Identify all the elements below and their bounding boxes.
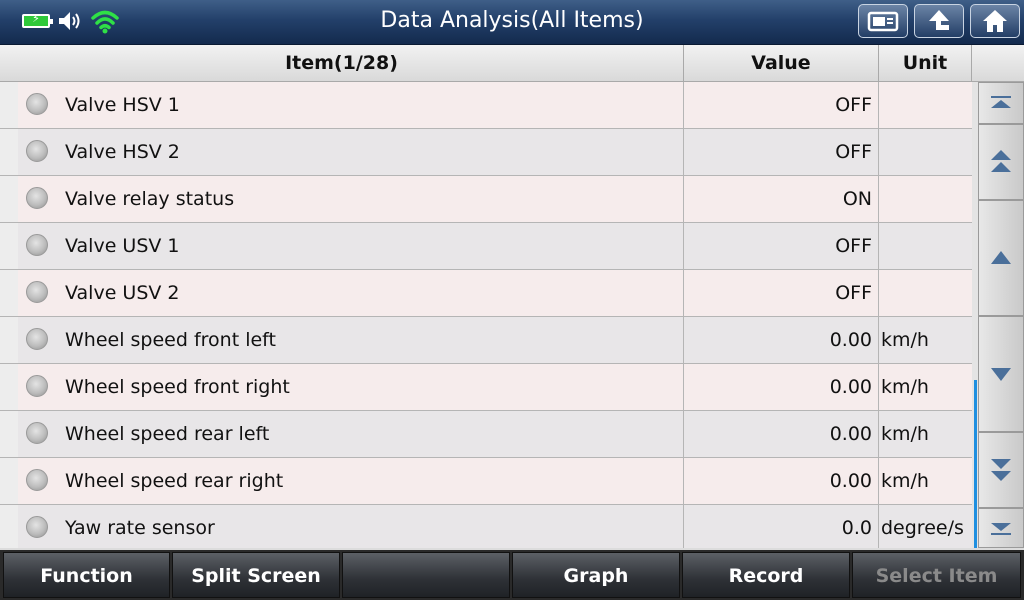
line-up-button[interactable] bbox=[978, 200, 1024, 316]
row-unit: km/h bbox=[881, 376, 929, 398]
divider bbox=[878, 223, 879, 270]
scroll-thumb[interactable] bbox=[974, 380, 977, 548]
row-gutter bbox=[0, 505, 18, 548]
row-select-radio[interactable] bbox=[26, 140, 48, 162]
row-value: OFF bbox=[835, 141, 872, 163]
screenshot-icon bbox=[867, 11, 899, 32]
graph-button[interactable]: Graph bbox=[512, 552, 680, 598]
row-value: 0.00 bbox=[829, 376, 872, 398]
row-name: Wheel speed front right bbox=[65, 376, 290, 398]
divider bbox=[878, 129, 879, 176]
row-name: Valve relay status bbox=[65, 188, 235, 210]
scroll-nav bbox=[978, 82, 1024, 548]
row-value: OFF bbox=[835, 282, 872, 304]
divider bbox=[878, 317, 879, 364]
data-list: Valve HSV 1 OFF Valve HSV 2 OFF Valve re… bbox=[0, 82, 972, 548]
column-header-unit: Unit bbox=[879, 45, 972, 81]
scroll-bottom-button[interactable] bbox=[978, 508, 1024, 548]
select-item-button[interactable]: Select Item bbox=[852, 552, 1021, 598]
table-row[interactable]: Valve relay status ON bbox=[0, 176, 972, 223]
line-down-button[interactable] bbox=[978, 316, 1024, 432]
row-unit: km/h bbox=[881, 470, 929, 492]
divider bbox=[878, 364, 879, 411]
row-select-radio[interactable] bbox=[26, 234, 48, 256]
row-name: Valve USV 1 bbox=[65, 235, 180, 257]
row-select-radio[interactable] bbox=[26, 93, 48, 115]
row-select-radio[interactable] bbox=[26, 516, 48, 538]
row-value: OFF bbox=[835, 94, 872, 116]
row-gutter bbox=[0, 82, 18, 128]
table-row[interactable]: Wheel speed front right 0.00 km/h bbox=[0, 364, 972, 411]
row-gutter bbox=[0, 129, 18, 175]
row-name: Valve HSV 1 bbox=[65, 94, 180, 116]
home-icon bbox=[983, 10, 1007, 32]
row-name: Wheel speed rear left bbox=[65, 423, 270, 445]
column-header-item: Item(1/28) bbox=[0, 45, 684, 81]
table-row[interactable]: Valve HSV 1 OFF bbox=[0, 82, 972, 129]
row-value: OFF bbox=[835, 235, 872, 257]
row-gutter bbox=[0, 458, 18, 504]
row-unit: degree/s bbox=[881, 517, 964, 539]
table-row[interactable]: Valve USV 2 OFF bbox=[0, 270, 972, 317]
home-button[interactable] bbox=[970, 4, 1020, 38]
row-gutter bbox=[0, 270, 18, 316]
divider bbox=[878, 82, 879, 129]
row-unit: km/h bbox=[881, 423, 929, 445]
divider bbox=[878, 270, 879, 317]
row-select-radio[interactable] bbox=[26, 422, 48, 444]
row-select-radio[interactable] bbox=[26, 469, 48, 491]
table-header: Item(1/28) Value Unit bbox=[0, 45, 1024, 82]
row-select-radio[interactable] bbox=[26, 281, 48, 303]
row-name: Wheel speed rear right bbox=[65, 470, 284, 492]
column-header-spacer bbox=[972, 45, 1024, 81]
record-button[interactable]: Record bbox=[682, 552, 850, 598]
row-value: 0.00 bbox=[829, 423, 872, 445]
row-gutter bbox=[0, 317, 18, 363]
scroll-top-icon bbox=[991, 96, 1011, 108]
row-value: 0.00 bbox=[829, 470, 872, 492]
row-select-radio[interactable] bbox=[26, 375, 48, 397]
line-down-icon bbox=[991, 368, 1011, 381]
row-select-radio[interactable] bbox=[26, 187, 48, 209]
row-gutter bbox=[0, 411, 18, 457]
row-value: 0.00 bbox=[829, 329, 872, 351]
row-name: Valve HSV 2 bbox=[65, 141, 180, 163]
row-name: Wheel speed front left bbox=[65, 329, 276, 351]
page-down-icon bbox=[991, 459, 1011, 481]
divider bbox=[878, 176, 879, 223]
column-header-value: Value bbox=[684, 45, 879, 81]
divider bbox=[878, 458, 879, 505]
table-row[interactable]: Wheel speed rear right 0.00 km/h bbox=[0, 458, 972, 505]
line-up-icon bbox=[991, 251, 1011, 264]
function-button[interactable]: Function bbox=[3, 552, 170, 598]
scroll-top-button[interactable] bbox=[978, 82, 1024, 124]
back-button[interactable] bbox=[914, 4, 964, 38]
row-gutter bbox=[0, 364, 18, 410]
table-row[interactable]: Wheel speed rear left 0.00 km/h bbox=[0, 411, 972, 458]
table-row[interactable]: Yaw rate sensor 0.0 degree/s bbox=[0, 505, 972, 548]
page-up-icon bbox=[991, 150, 1011, 172]
row-name: Valve USV 2 bbox=[65, 282, 180, 304]
page-down-button[interactable] bbox=[978, 432, 1024, 508]
row-unit: km/h bbox=[881, 329, 929, 351]
page-up-button[interactable] bbox=[978, 124, 1024, 200]
divider bbox=[878, 505, 879, 548]
back-icon bbox=[929, 10, 949, 30]
scroll-bottom-icon bbox=[991, 523, 1011, 535]
divider bbox=[878, 411, 879, 458]
table-row[interactable]: Valve USV 1 OFF bbox=[0, 223, 972, 270]
row-gutter bbox=[0, 223, 18, 269]
blank-button[interactable] bbox=[342, 552, 510, 598]
title-bar: ⚡ Data Analysis(All Items) bbox=[0, 0, 1024, 45]
split-screen-button[interactable]: Split Screen bbox=[172, 552, 340, 598]
table-row[interactable]: Wheel speed front left 0.00 km/h bbox=[0, 317, 972, 364]
screenshot-button[interactable] bbox=[858, 4, 908, 38]
row-name: Yaw rate sensor bbox=[65, 517, 215, 539]
row-value: 0.0 bbox=[841, 517, 872, 539]
row-select-radio[interactable] bbox=[26, 328, 48, 350]
bottom-toolbar: Function Split Screen Graph Record Selec… bbox=[0, 550, 1024, 600]
table-row[interactable]: Valve HSV 2 OFF bbox=[0, 129, 972, 176]
row-gutter bbox=[0, 176, 18, 222]
row-value: ON bbox=[842, 188, 872, 210]
